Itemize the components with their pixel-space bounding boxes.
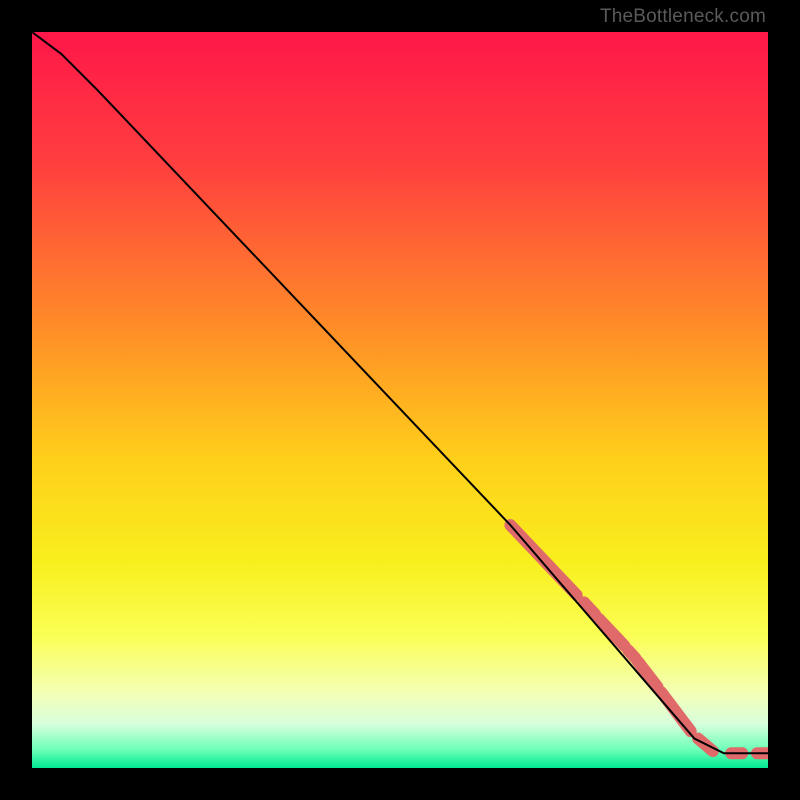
plot-area <box>32 32 768 768</box>
background-gradient <box>32 32 768 768</box>
watermark-text: TheBottleneck.com <box>600 6 766 28</box>
chart-frame: TheBottleneck.com <box>0 0 800 800</box>
